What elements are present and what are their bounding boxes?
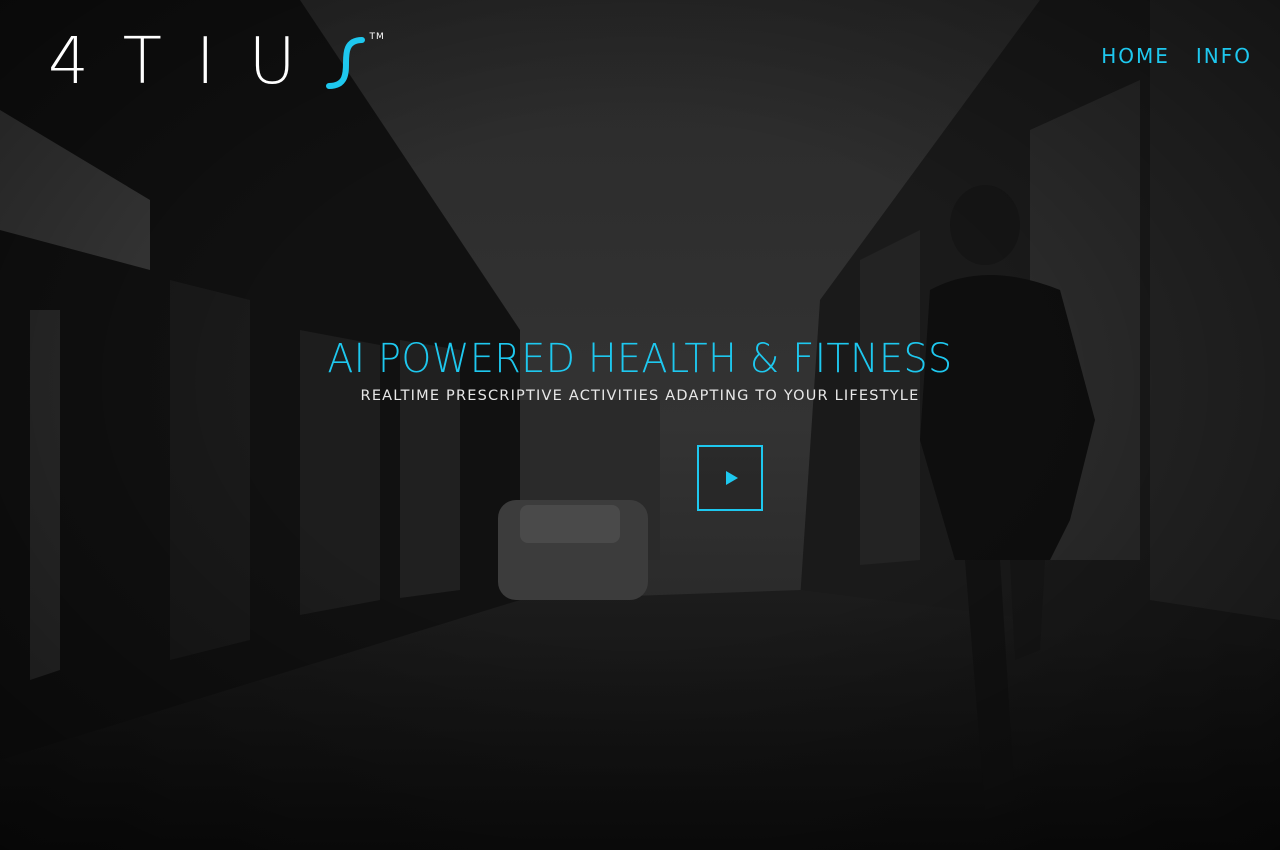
hero-text-block: AI POWERED HEALTH & FITNESS REALTIME PRE… [0, 330, 1280, 404]
nav-info-link[interactable]: INFO [1196, 44, 1252, 68]
logo-s-swash-icon [325, 37, 365, 89]
brand-logo[interactable]: 4TIU TM [48, 30, 385, 94]
nav-home-link[interactable]: HOME [1101, 44, 1170, 68]
hero-background-image [0, 0, 1280, 850]
main-nav: HOME INFO [1101, 44, 1252, 68]
site-header: 4TIU TM HOME INFO [0, 0, 1280, 110]
hero-headline: AI POWERED HEALTH & FITNESS [327, 336, 953, 382]
logo-trademark: TM [369, 32, 385, 42]
logo-wordmark: 4TIU [48, 25, 330, 99]
hero-section: 4TIU TM HOME INFO AI POWERED HEALTH & FI… [0, 0, 1280, 850]
hero-subheadline: REALTIME PRESCRIPTIVE ACTIVITIES ADAPTIN… [360, 388, 920, 404]
play-icon [725, 471, 738, 485]
play-video-button[interactable] [697, 445, 763, 511]
